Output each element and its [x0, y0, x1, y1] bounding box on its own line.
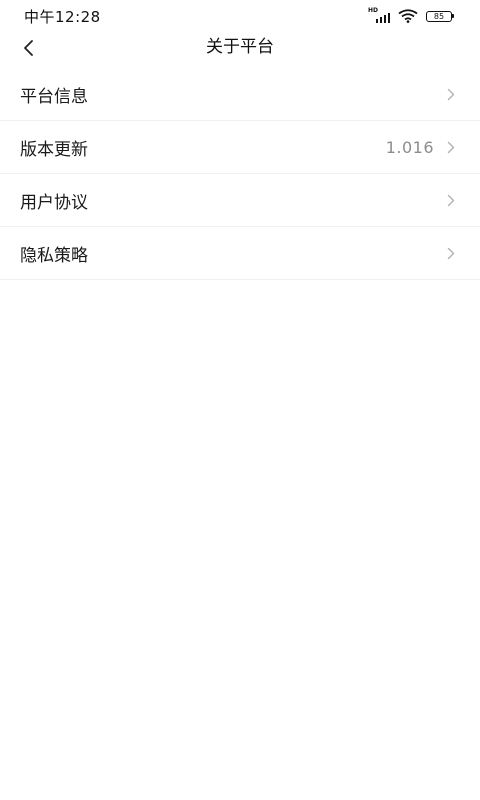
menu-list: 平台信息 版本更新 1.016 用户协议 隐私策略 [0, 68, 480, 280]
menu-item-platform-info[interactable]: 平台信息 [0, 68, 480, 121]
menu-item-label: 版本更新 [20, 139, 88, 160]
page-title: 关于平台 [206, 37, 274, 57]
status-time: 中午12:28 [24, 7, 101, 26]
chevron-right-icon [446, 87, 456, 101]
about-platform-screen: 中午12:28 HD 85 关于平台 平台信息 版本更新 1.016 用户协议 … [0, 0, 480, 800]
version-number: 1.016 [385, 137, 434, 157]
battery-level: 85 [426, 10, 452, 22]
nav-bar: 关于平台 [0, 32, 480, 64]
chevron-right-icon [446, 246, 456, 260]
battery-icon: 85 [426, 10, 454, 22]
chevron-right-icon [446, 140, 456, 154]
chevron-right-icon [446, 193, 456, 207]
status-icons: HD 85 [368, 8, 454, 23]
menu-item-label: 用户协议 [20, 192, 88, 213]
menu-item-user-agreement[interactable]: 用户协议 [0, 174, 480, 227]
back-button[interactable] [16, 36, 40, 60]
cellular-signal-icon: HD [368, 8, 390, 23]
menu-item-privacy-policy[interactable]: 隐私策略 [0, 227, 480, 280]
menu-item-label: 隐私策略 [20, 245, 88, 266]
status-bar: 中午12:28 HD 85 [0, 0, 480, 32]
chevron-left-icon [24, 40, 33, 56]
wifi-icon [398, 9, 418, 23]
menu-item-version-update[interactable]: 版本更新 1.016 [0, 121, 480, 174]
menu-item-label: 平台信息 [20, 86, 88, 107]
